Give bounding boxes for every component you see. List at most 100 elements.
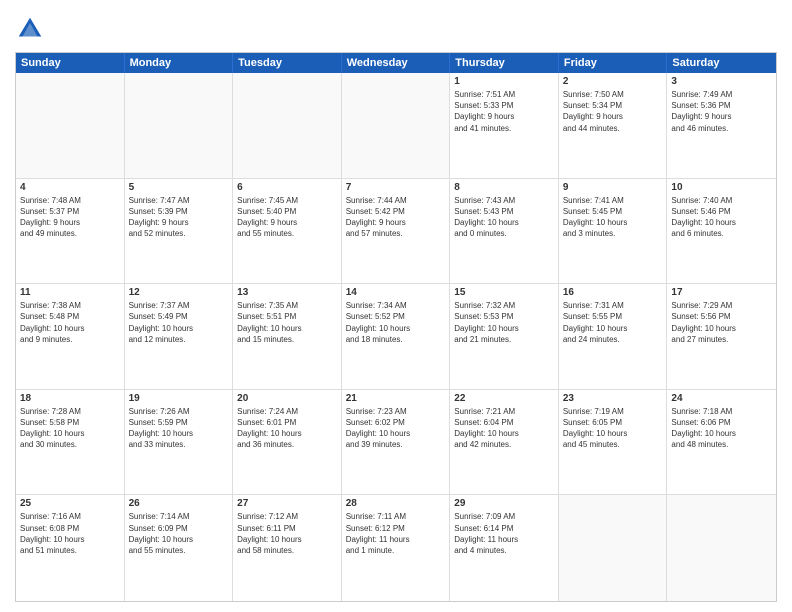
day-info: Sunrise: 7:16 AM Sunset: 6:08 PM Dayligh… [20, 511, 120, 556]
calendar-cell: 19 Sunrise: 7:26 AM Sunset: 5:59 PM Dayli… [125, 390, 234, 495]
day-number: 21 [346, 393, 446, 404]
day-number: 25 [20, 498, 120, 509]
calendar-cell: 22Sunrise: 7:21 AM Sunset: 6:04 PM Dayli… [450, 390, 559, 495]
day-info: Sunrise: 7:12 AM Sunset: 6:11 PM Dayligh… [237, 511, 337, 556]
day-info: Sunrise: 7:09 AM Sunset: 6:14 PM Dayligh… [454, 511, 554, 556]
calendar-cell: 1 Sunrise: 7:51 AM Sunset: 5:33 PM Daylig… [450, 73, 559, 178]
day-number: 22 [454, 393, 554, 404]
calendar-cell: 29 Sunrise: 7:09 AM Sunset: 6:14 PM Dayli… [450, 495, 559, 601]
calendar-cell: 16Sunrise: 7:31 AM Sunset: 5:55 PM Dayli… [559, 284, 668, 389]
day-info: Sunrise: 7:31 AM Sunset: 5:55 PM Dayligh… [563, 300, 663, 345]
day-number: 14 [346, 287, 446, 298]
calendar-cell [342, 73, 451, 178]
day-number: 6 [237, 182, 337, 193]
day-number: 27 [237, 498, 337, 509]
calendar-cell: 13 Sunrise: 7:35 AM Sunset: 5:51 PM Dayli… [233, 284, 342, 389]
day-info: Sunrise: 7:34 AM Sunset: 5:52 PM Dayligh… [346, 300, 446, 345]
calendar-cell: 17Sunrise: 7:29 AM Sunset: 5:56 PM Dayli… [667, 284, 776, 389]
day-info: Sunrise: 7:18 AM Sunset: 6:06 PM Dayligh… [671, 406, 772, 451]
day-info: Sunrise: 7:38 AM Sunset: 5:48 PM Dayligh… [20, 300, 120, 345]
page: SundayMondayTuesdayWednesdayThursdayFrid… [0, 0, 792, 612]
day-number: 10 [671, 182, 772, 193]
calendar-cell: 6 Sunrise: 7:45 AM Sunset: 5:40 PM Daylig… [233, 179, 342, 284]
calendar-week-5: 25 Sunrise: 7:16 AM Sunset: 6:08 PM Dayli… [16, 495, 776, 601]
calendar-cell: 4 Sunrise: 7:48 AM Sunset: 5:37 PM Daylig… [16, 179, 125, 284]
calendar-cell: 18Sunrise: 7:28 AM Sunset: 5:58 PM Dayli… [16, 390, 125, 495]
day-number: 1 [454, 76, 554, 87]
calendar: SundayMondayTuesdayWednesdayThursdayFrid… [15, 52, 777, 602]
logo-icon [15, 14, 45, 44]
header-cell-friday: Friday [559, 53, 668, 73]
header-cell-wednesday: Wednesday [342, 53, 451, 73]
day-number: 20 [237, 393, 337, 404]
calendar-cell [233, 73, 342, 178]
day-info: Sunrise: 7:51 AM Sunset: 5:33 PM Dayligh… [454, 89, 554, 134]
day-number: 26 [129, 498, 229, 509]
calendar-cell: 7Sunrise: 7:44 AM Sunset: 5:42 PM Daylig… [342, 179, 451, 284]
day-info: Sunrise: 7:23 AM Sunset: 6:02 PM Dayligh… [346, 406, 446, 451]
day-number: 19 [129, 393, 229, 404]
calendar-cell: 9Sunrise: 7:41 AM Sunset: 5:45 PM Daylig… [559, 179, 668, 284]
header-cell-saturday: Saturday [667, 53, 776, 73]
header-cell-monday: Monday [125, 53, 234, 73]
day-info: Sunrise: 7:35 AM Sunset: 5:51 PM Dayligh… [237, 300, 337, 345]
calendar-week-3: 11 Sunrise: 7:38 AM Sunset: 5:48 PM Dayli… [16, 284, 776, 390]
calendar-body: 1 Sunrise: 7:51 AM Sunset: 5:33 PM Daylig… [16, 73, 776, 601]
calendar-cell: 26 Sunrise: 7:14 AM Sunset: 6:09 PM Dayli… [125, 495, 234, 601]
day-number: 11 [20, 287, 120, 298]
day-info: Sunrise: 7:49 AM Sunset: 5:36 PM Dayligh… [671, 89, 772, 134]
day-number: 5 [129, 182, 229, 193]
day-number: 8 [454, 182, 554, 193]
calendar-cell: 28 Sunrise: 7:11 AM Sunset: 6:12 PM Dayli… [342, 495, 451, 601]
calendar-header: SundayMondayTuesdayWednesdayThursdayFrid… [16, 53, 776, 73]
day-info: Sunrise: 7:11 AM Sunset: 6:12 PM Dayligh… [346, 511, 446, 556]
day-info: Sunrise: 7:28 AM Sunset: 5:58 PM Dayligh… [20, 406, 120, 451]
day-number: 28 [346, 498, 446, 509]
day-info: Sunrise: 7:24 AM Sunset: 6:01 PM Dayligh… [237, 406, 337, 451]
calendar-cell: 20 Sunrise: 7:24 AM Sunset: 6:01 PM Dayli… [233, 390, 342, 495]
calendar-cell: 21 Sunrise: 7:23 AM Sunset: 6:02 PM Dayli… [342, 390, 451, 495]
calendar-cell: 24 Sunrise: 7:18 AM Sunset: 6:06 PM Dayli… [667, 390, 776, 495]
day-info: Sunrise: 7:48 AM Sunset: 5:37 PM Dayligh… [20, 195, 120, 240]
day-number: 23 [563, 393, 663, 404]
day-info: Sunrise: 7:14 AM Sunset: 6:09 PM Dayligh… [129, 511, 229, 556]
day-number: 12 [129, 287, 229, 298]
calendar-cell: 11 Sunrise: 7:38 AM Sunset: 5:48 PM Dayli… [16, 284, 125, 389]
day-number: 4 [20, 182, 120, 193]
day-number: 17 [671, 287, 772, 298]
day-info: Sunrise: 7:26 AM Sunset: 5:59 PM Dayligh… [129, 406, 229, 451]
day-info: Sunrise: 7:32 AM Sunset: 5:53 PM Dayligh… [454, 300, 554, 345]
calendar-cell [125, 73, 234, 178]
calendar-cell: 23 Sunrise: 7:19 AM Sunset: 6:05 PM Dayli… [559, 390, 668, 495]
header-cell-tuesday: Tuesday [233, 53, 342, 73]
day-info: Sunrise: 7:40 AM Sunset: 5:46 PM Dayligh… [671, 195, 772, 240]
calendar-week-1: 1 Sunrise: 7:51 AM Sunset: 5:33 PM Daylig… [16, 73, 776, 179]
day-number: 15 [454, 287, 554, 298]
day-info: Sunrise: 7:37 AM Sunset: 5:49 PM Dayligh… [129, 300, 229, 345]
calendar-cell [16, 73, 125, 178]
header-cell-thursday: Thursday [450, 53, 559, 73]
day-info: Sunrise: 7:45 AM Sunset: 5:40 PM Dayligh… [237, 195, 337, 240]
day-number: 13 [237, 287, 337, 298]
day-number: 2 [563, 76, 663, 87]
day-info: Sunrise: 7:47 AM Sunset: 5:39 PM Dayligh… [129, 195, 229, 240]
calendar-cell: 12 Sunrise: 7:37 AM Sunset: 5:49 PM Dayli… [125, 284, 234, 389]
header [15, 10, 777, 44]
day-info: Sunrise: 7:50 AM Sunset: 5:34 PM Dayligh… [563, 89, 663, 134]
header-cell-sunday: Sunday [16, 53, 125, 73]
day-info: Sunrise: 7:43 AM Sunset: 5:43 PM Dayligh… [454, 195, 554, 240]
day-number: 3 [671, 76, 772, 87]
calendar-cell [559, 495, 668, 601]
calendar-cell: 15 Sunrise: 7:32 AM Sunset: 5:53 PM Dayli… [450, 284, 559, 389]
calendar-cell: 27 Sunrise: 7:12 AM Sunset: 6:11 PM Dayli… [233, 495, 342, 601]
day-number: 29 [454, 498, 554, 509]
calendar-cell: 25 Sunrise: 7:16 AM Sunset: 6:08 PM Dayli… [16, 495, 125, 601]
calendar-cell: 5 Sunrise: 7:47 AM Sunset: 5:39 PM Daylig… [125, 179, 234, 284]
day-info: Sunrise: 7:19 AM Sunset: 6:05 PM Dayligh… [563, 406, 663, 451]
calendar-week-2: 4 Sunrise: 7:48 AM Sunset: 5:37 PM Daylig… [16, 179, 776, 285]
day-info: Sunrise: 7:44 AM Sunset: 5:42 PM Dayligh… [346, 195, 446, 240]
calendar-cell: 8 Sunrise: 7:43 AM Sunset: 5:43 PM Daylig… [450, 179, 559, 284]
day-info: Sunrise: 7:41 AM Sunset: 5:45 PM Dayligh… [563, 195, 663, 240]
calendar-cell: 10 Sunrise: 7:40 AM Sunset: 5:46 PM Dayli… [667, 179, 776, 284]
day-number: 24 [671, 393, 772, 404]
